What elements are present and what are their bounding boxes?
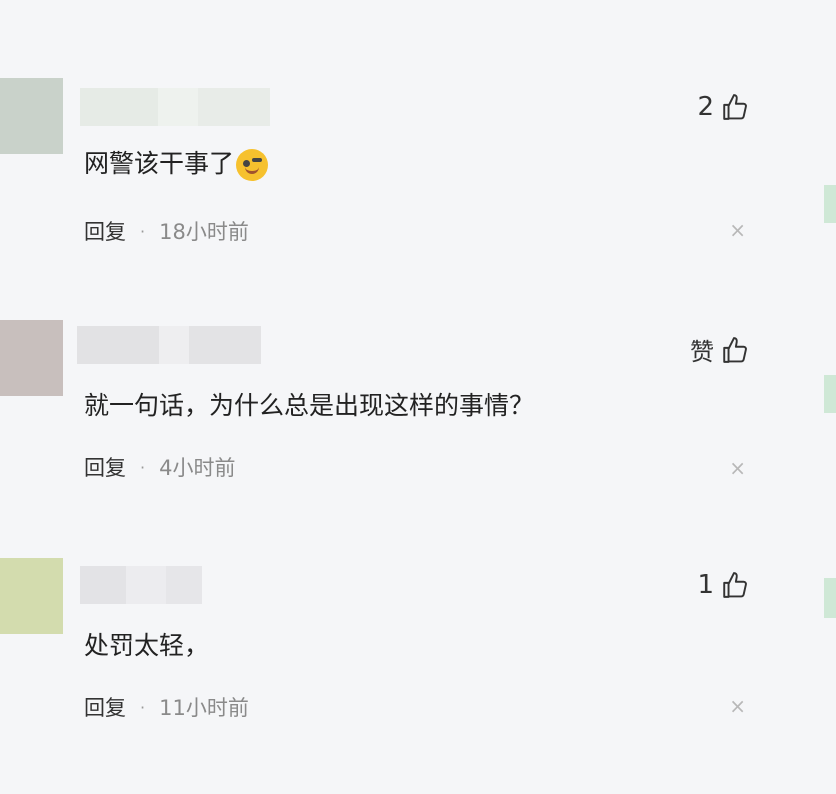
comment-meta: 回复 · 11小时前: [84, 692, 249, 722]
avatar[interactable]: [0, 78, 63, 154]
separator-dot: ·: [140, 697, 146, 717]
edge-accent: [824, 375, 836, 413]
close-icon[interactable]: ×: [729, 456, 746, 480]
edge-accent: [824, 578, 836, 618]
like-count: 2: [697, 92, 714, 122]
comment-meta: 回复 · 18小时前: [84, 216, 249, 246]
smirk-face-emoji: [236, 149, 269, 181]
like-button[interactable]: 1: [697, 570, 748, 600]
avatar[interactable]: [0, 558, 63, 634]
thumbs-up-icon: [723, 336, 747, 363]
separator-dot: ·: [140, 221, 146, 241]
comment-meta: 回复 · 4小时前: [84, 452, 235, 482]
comment-text: 处罚太轻，: [84, 631, 210, 660]
comment-text: 就一句话，为什么总是出现这样的事情？: [84, 391, 535, 420]
like-label: 赞: [690, 338, 714, 366]
username-blurred[interactable]: [77, 326, 261, 364]
separator-dot: ·: [140, 457, 146, 477]
username-blurred[interactable]: [80, 88, 270, 126]
like-button[interactable]: 赞: [690, 332, 748, 367]
reply-button[interactable]: 回复: [84, 216, 126, 246]
comment-item: 2 网警该干事了 回复 · 18小时前 ×: [0, 78, 836, 314]
username-blurred[interactable]: [80, 566, 202, 604]
reply-button[interactable]: 回复: [84, 452, 126, 482]
timestamp: 4小时前: [159, 456, 236, 480]
thumbs-up-icon: [723, 572, 747, 598]
like-count: 1: [697, 570, 714, 600]
timestamp: 18小时前: [159, 220, 249, 244]
comment-text: 网警该干事了: [84, 148, 269, 181]
like-button[interactable]: 2: [697, 92, 748, 122]
avatar[interactable]: [0, 320, 63, 396]
close-icon[interactable]: ×: [729, 218, 746, 242]
comment-item: 赞 就一句话，为什么总是出现这样的事情？ 回复 · 4小时前 ×: [0, 320, 836, 556]
comment-item: 1 处罚太轻， 回复 · 11小时前 ×: [0, 558, 836, 794]
timestamp: 11小时前: [159, 696, 249, 720]
reply-button[interactable]: 回复: [84, 692, 126, 722]
close-icon[interactable]: ×: [729, 694, 746, 718]
thumbs-up-icon: [723, 94, 747, 120]
edge-accent: [824, 185, 836, 223]
